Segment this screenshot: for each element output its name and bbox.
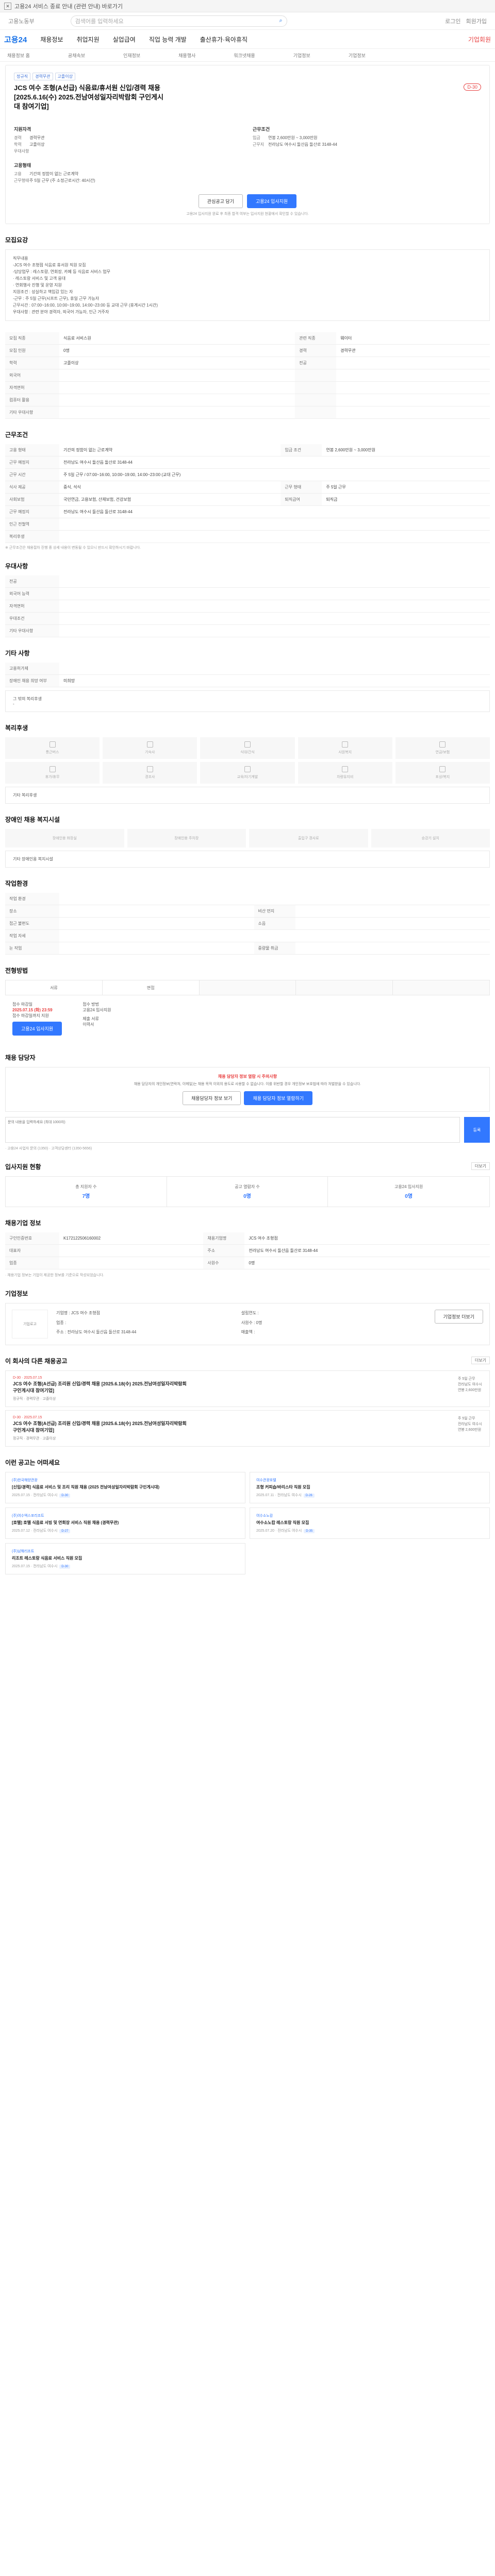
detail-table: 모집 직종 식음료 서비스원 관련 직종 웨이터 모집 인원 0명 경력 경력무관 학력 고졸… [5, 332, 490, 419]
subnav-item[interactable]: 워크넷채용 [234, 52, 255, 59]
search-input[interactable]: 검색어를 입력하세요 ⌕ [70, 15, 287, 27]
open-contact-button[interactable]: 채용 담당자 정보 열람하기 [244, 1091, 313, 1105]
sub-nav: 채용정보 홈 공채속보 인재정보 채용행사 워크넷채용 기업정보 기업정보 [0, 48, 495, 62]
detail-section: 모집 직종 식음료 서비스원 관련 직종 웨이터 모집 인원 0명 경력 경력무관 학력 고졸… [5, 332, 490, 419]
company-more-button[interactable]: 기업정보 더보기 [434, 1310, 483, 1324]
qualification-heading: 지원자격 [14, 127, 31, 132]
view-contact-button[interactable]: 채용담당자 정보 보기 [182, 1091, 241, 1105]
process-section: 전형방법 서류 면접 접수 마감일 2025.07.15 (화) 23:59 접… [5, 966, 490, 1042]
subnav-item[interactable]: 기업정보 [293, 52, 310, 59]
stats-more-button[interactable]: 더보기 [471, 1162, 490, 1170]
subnav-item[interactable]: 채용행사 [178, 52, 195, 59]
welfare-icon [146, 766, 153, 772]
top-banner: ✕ 고용24 서비스 종료 안내 (관련 안내) 바로가기 [0, 0, 495, 12]
topbar: 고용노동부 검색어를 입력하세요 ⌕ 로그인 회원가입 [0, 12, 495, 30]
banner-text[interactable]: 고용24 서비스 종료 안내 (관련 안내) 바로가기 [14, 2, 123, 10]
welfare-item: 연금/보험 [395, 737, 490, 759]
related-job[interactable]: D-30 · 2025.07.15 JCS 여수 조형(A선급) 조리원 신입/… [5, 1370, 490, 1407]
search-icon[interactable]: ⌕ [279, 18, 282, 24]
job-title: JCS 여수 조형(A선급) 식음료/휴서원 신입/경력 채용 [2025.6.… [14, 84, 163, 110]
welfare-icon [49, 741, 56, 748]
welfare-icon [439, 741, 446, 748]
welfare-icon [342, 741, 349, 748]
welfare-icon [244, 741, 251, 748]
recommend-card[interactable]: (주)한국해양관광 [신입/경력] 식음료 서비스 및 조리 직원 채용 (202… [5, 1472, 245, 1503]
inquiry-input[interactable] [5, 1117, 460, 1143]
recommend-section: 이런 공고는 어떠세요 (주)한국해양관광 [신입/경력] 식음료 서비스 및 조… [5, 1458, 490, 1574]
subnav-item[interactable]: 공채속보 [68, 52, 85, 59]
deadline: 2025.07.15 (화) 23:59 [12, 1008, 53, 1012]
ministry-label: 고용노동부 [8, 18, 35, 25]
warning-alert: 채용 담당자 정보 열람 시 주의사항 [218, 1074, 277, 1079]
inquiry-submit-button[interactable]: 등록 [464, 1117, 490, 1143]
apply-note: 고용24 입사지원 완료 후 최종 합격 여부는 입사지원 현황에서 확인할 수… [186, 212, 309, 216]
welfare-icon [342, 766, 349, 772]
benefits-section: 우대사항 전공 외국어 능력 자격면허 우대조건 기타 우대사항 [5, 562, 490, 637]
welfare-item: 휴가/휴무 [5, 762, 100, 784]
info-section: 채용기업 정보 구인인증번호 K172122506160002 채용기업명 JCS 여… [5, 1218, 490, 1278]
env-section: 작업환경 작업 환경 장소 비산 먼지 접근 불편도 소음 작업 자세 눈 작업 중량… [5, 879, 490, 955]
conditions-heading: 근무조건 [253, 127, 270, 132]
gnb-item[interactable]: 채용정보 [40, 35, 63, 44]
process-step: 서류 [6, 980, 103, 995]
welfare-item: 교육/자기계발 [200, 762, 295, 784]
welfare-item: 포상/복지 [395, 762, 490, 784]
job-tag: 고졸이상 [55, 73, 75, 80]
welfare-icon [244, 766, 251, 772]
related-job[interactable]: D-30 · 2025.07.15 JCS 여수 조형(A선급) 조리원 신입/… [5, 1410, 490, 1447]
conditions-section: 근무조건 고용 형태 기간의 정함이 없는 근로계약 임금 조건 연봉 2,600만원… [5, 430, 490, 550]
gnb-item[interactable]: 출산휴가·육아휴직 [200, 35, 248, 44]
recommend-card[interactable]: 여수관광호텔 조형 커피숍/바리스타 직원 모집 2025.07.11 · 전라남도… [250, 1472, 490, 1503]
welfare-icon [439, 766, 446, 772]
job-summary: 정규직 경력무관 고졸이상 JCS 여수 조형(A선급) 식음료/휴서원 신입/… [5, 65, 490, 224]
recruit-section: 모집요강 직무내용 -JCS 여수 조형점 식음료 휴서원 직원 모집 -담당업… [5, 235, 490, 321]
subnav-item[interactable]: 채용정보 홈 [7, 52, 30, 59]
welfare-item: 통근버스 [5, 737, 100, 759]
welfare-item: 경조사 [103, 762, 197, 784]
login-link[interactable]: 로그인 [445, 17, 460, 25]
welfare-icon [146, 741, 153, 748]
subnav-item[interactable]: 인재정보 [123, 52, 140, 59]
apply-button-2[interactable]: 고용24 입사지원 [12, 1022, 62, 1036]
apply-button[interactable]: 고용24 입사지원 [246, 194, 297, 208]
welfare-item: 차량유지비 [298, 762, 392, 784]
manager-section: 채용 담당자 채용 담당자 정보 열람 시 주의사항 채용 담당자의 개인정보(… [5, 1053, 490, 1151]
stats-section: 입사지원 현황 더보기 총 지원자 수 7명 공고 열람자 수 0명 고용24 입사지… [5, 1162, 490, 1207]
recruit-text: 직무내용 -JCS 여수 조형점 식음료 휴서원 직원 모집 -담당업무 : 레… [13, 256, 158, 314]
welfare-item: 식대/간식 [200, 737, 295, 759]
recommend-card[interactable]: (주)남해리조트 리조트 레스토랑 식음료 서비스 직원 모집 2025.07.15… [5, 1543, 245, 1574]
welfare-section: 복리후생 통근버스 기숙사 식대/간식 사원복지 연금/보험 휴가/휴무 경조사… [5, 723, 490, 804]
job-tag: 경력무관 [32, 73, 53, 80]
welfare-icon [49, 766, 56, 772]
recommend-card[interactable]: 여수소노캄 여수소노캄 레스토랑 직원 모집 2025.07.20 · 전라남도 여… [250, 1507, 490, 1539]
gnb-item[interactable]: 취업지원 [76, 35, 99, 44]
subnav-item[interactable]: 기업정보 [349, 52, 366, 59]
gnb-item[interactable]: 직업 능력 개발 [149, 35, 187, 44]
company-section: 기업정보 기업로고 기업명 : JCS 여수 조형점 설립연도 : 업종 : 사… [5, 1289, 490, 1345]
gnb-corporate[interactable]: 기업회원 [468, 35, 491, 44]
welfare-item: 사원복지 [298, 737, 392, 759]
logo[interactable]: 고용24 [4, 34, 27, 45]
disability-section: 장애인 채용 복지시설 장애인용 화장실 장애인용 주차장 출입구 경사로 승강… [5, 815, 490, 868]
conditions-table: 고용 형태 기간의 정함이 없는 근로계약 임금 조건 연봉 2,600만원 ~ 3,… [5, 444, 490, 543]
company-logo: 기업로고 [12, 1310, 48, 1338]
close-icon[interactable]: ✕ [4, 2, 11, 10]
global-nav: 고용24 채용정보 취업지원 실업급여 직업 능력 개발 출산휴가·육아휴직 기… [0, 30, 495, 48]
related-section: 이 회사의 다른 채용공고 더보기 D-30 · 2025.07.15 JCS 여… [5, 1357, 490, 1447]
dday-badge: D-30 [464, 83, 481, 91]
gnb-item[interactable]: 실업급여 [113, 35, 136, 44]
welfare-item: 기숙사 [103, 737, 197, 759]
recommend-card[interactable]: (주)여수엑스포리조트 [호텔] 호텔 식음료 서빙 및 연회장 서비스 직원 채… [5, 1507, 245, 1539]
support-section: 기타 사항 고용허가제 장애인 채용 희망 여부 미희망 그 밖의 복리후생 - [5, 649, 490, 712]
join-link[interactable]: 회원가입 [466, 17, 487, 25]
scrap-button[interactable]: 관심공고 담기 [198, 194, 243, 208]
employment-heading: 고용형태 [14, 163, 31, 168]
conditions-note: ※ 근무조건은 채용절차 진행 중 상세 내용이 변동될 수 있으니 반드시 확… [5, 546, 141, 550]
process-step: 면접 [103, 980, 200, 995]
job-tag: 정규직 [14, 73, 31, 80]
